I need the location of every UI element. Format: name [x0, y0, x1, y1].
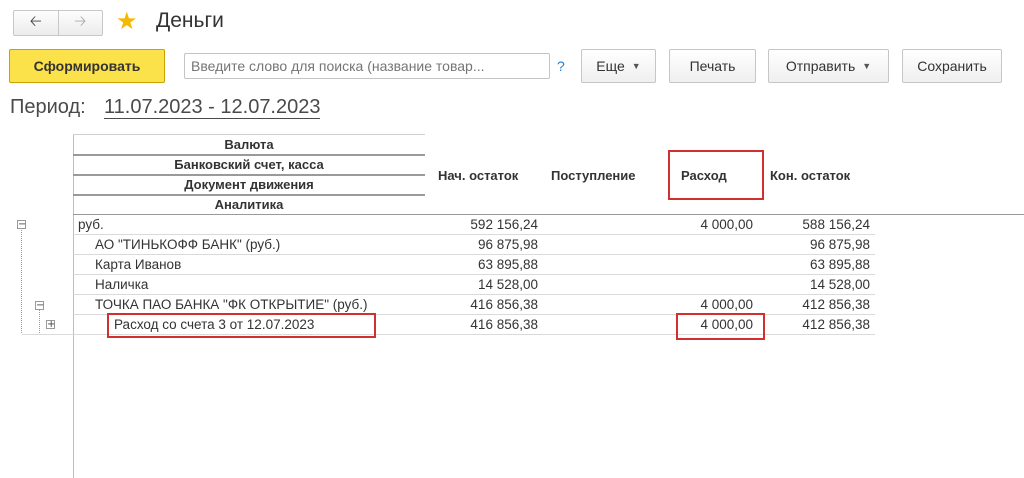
nav-buttons: 🡠 🡢	[13, 10, 103, 36]
favorite-star-icon[interactable]: ★	[116, 10, 138, 34]
chevron-down-icon: ▼	[862, 61, 872, 71]
header-bottom-line	[73, 214, 1024, 215]
column-start-balance: Нач. остаток	[438, 168, 519, 183]
row-separator	[73, 234, 875, 235]
send-label: Отправить	[785, 58, 856, 74]
row-start: 416 856,38	[470, 317, 538, 332]
row-name[interactable]: руб.	[78, 217, 104, 232]
row-end: 63 895,88	[809, 257, 870, 272]
row-expense: 4 000,00	[700, 317, 753, 332]
save-button[interactable]: Сохранить	[902, 49, 1002, 83]
more-label: Еще	[596, 58, 625, 74]
chevron-down-icon: ▼	[631, 61, 641, 71]
generate-button[interactable]: Сформировать	[9, 49, 165, 83]
row-end: 588 156,24	[802, 217, 870, 232]
row-name[interactable]: ТОЧКА ПАО БАНКА "ФК ОТКРЫТИЕ" (руб.)	[95, 297, 368, 312]
help-icon[interactable]: ?	[557, 58, 565, 74]
page-title: Деньги	[156, 9, 224, 32]
tree-line	[21, 227, 23, 333]
row-end: 96 875,98	[809, 237, 870, 252]
header-divider	[73, 174, 425, 176]
header-account: Банковский счет, касса	[174, 157, 324, 172]
row-expense: 4 000,00	[700, 217, 753, 232]
row-end: 412 856,38	[802, 317, 870, 332]
search-input[interactable]	[184, 53, 550, 79]
row-name[interactable]: Наличка	[95, 277, 148, 292]
row-start: 592 156,24	[470, 217, 538, 232]
send-button[interactable]: Отправить ▼	[768, 49, 889, 83]
header-divider	[73, 154, 425, 156]
header-currency: Валюта	[224, 137, 274, 152]
row-name[interactable]: Расход со счета 3 от 12.07.2023	[114, 317, 314, 332]
header-top-line	[73, 134, 425, 135]
row-end: 14 528,00	[809, 277, 870, 292]
more-button[interactable]: Еще ▼	[581, 49, 656, 83]
row-name[interactable]: Карта Иванов	[95, 257, 181, 272]
row-start: 416 856,38	[470, 297, 538, 312]
row-separator	[73, 294, 875, 295]
expand-icon[interactable]: +	[46, 320, 55, 330]
header-analytics: Аналитика	[214, 197, 284, 212]
collapse-icon[interactable]: −	[17, 220, 26, 230]
row-separator	[73, 274, 875, 275]
column-expense: Расход	[681, 168, 727, 183]
header-document: Документ движения	[184, 177, 314, 192]
arrow-left-icon: 🡠	[29, 12, 42, 30]
row-start: 14 528,00	[477, 277, 538, 292]
back-button[interactable]: 🡠	[14, 11, 58, 35]
row-start: 63 895,88	[477, 257, 538, 272]
collapse-icon[interactable]: −	[35, 301, 44, 311]
forward-button[interactable]: 🡢	[57, 11, 103, 35]
arrow-right-icon: 🡢	[74, 12, 87, 30]
header-divider	[73, 194, 425, 196]
row-start: 96 875,98	[477, 237, 538, 252]
row-end: 412 856,38	[802, 297, 870, 312]
row-separator	[73, 254, 875, 255]
column-income: Поступление	[551, 168, 636, 183]
row-name[interactable]: АО "ТИНЬКОФФ БАНК" (руб.)	[95, 237, 280, 252]
period-label: Период:	[10, 96, 86, 118]
print-button[interactable]: Печать	[669, 49, 756, 83]
row-expense: 4 000,00	[700, 297, 753, 312]
period-value[interactable]: 11.07.2023 - 12.07.2023	[104, 96, 321, 119]
column-end-balance: Кон. остаток	[770, 168, 851, 183]
tree-line	[39, 309, 41, 333]
